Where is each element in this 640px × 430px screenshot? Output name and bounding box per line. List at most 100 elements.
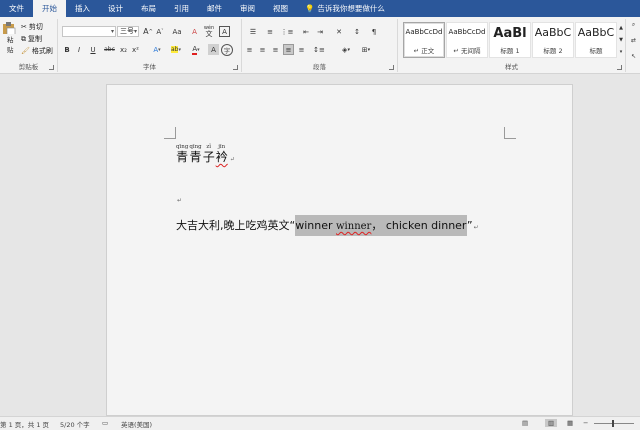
empty-paragraph[interactable]: ↵ [176,195,182,204]
shrink-font-button[interactable]: Aˇ [155,26,165,37]
zoom-slider[interactable] [594,423,634,424]
paste-button[interactable]: 粘贴 [1,22,17,54]
replace-icon: ⇄ [630,37,637,44]
pilcrow-icon: ¶ [371,27,377,36]
selected-text: winner winner， chicken dinner [295,215,467,236]
align-right-button[interactable]: ≡ [270,44,281,55]
subscript-button[interactable]: x₂ [118,44,129,55]
bold-button[interactable]: B [62,44,72,55]
increase-indent-button[interactable]: ⇥ [314,26,326,37]
styles-more-button[interactable]: ▾ [617,46,625,58]
dialog-launcher-icon[interactable] [233,65,238,70]
text-effects-button[interactable]: A ▾ [150,44,164,55]
tab-view[interactable]: 视图 [264,0,297,17]
document-page[interactable] [106,84,573,416]
phonetic-guide-button[interactable]: wén 文 [202,25,216,38]
strikethrough-button[interactable]: abc [103,44,116,55]
style-no-spacing[interactable]: AaBbCcDd ↵ 无间隔 [446,22,488,58]
wen-icon: 文 [205,29,213,38]
replace-button[interactable]: ⇄ [628,35,639,46]
copy-button[interactable]: ⧉ 复制 [21,34,42,44]
enclose-char-button[interactable]: 字 [221,44,233,56]
format-painter-button[interactable]: 🖌 格式刷 [21,46,53,56]
chinese-layout-icon: ✕ [336,27,342,36]
char-shading-button[interactable]: A [208,44,219,55]
borders-button[interactable]: ⊞ ▾ [358,44,374,55]
print-layout-icon[interactable]: ▥ [545,419,558,427]
bullets-button[interactable]: ☰ [246,26,260,37]
numbering-button[interactable]: ≡ [263,26,277,37]
distributed-icon: ≡ [298,45,305,54]
copy-icon: ⧉ [21,34,26,43]
highlight-button[interactable]: ab ▾ [168,44,184,55]
zoom-out-icon[interactable]: − [583,419,588,427]
status-language[interactable]: 英语(美国) [121,419,152,429]
ruby-char: zǐ 子 [202,144,215,164]
paragraph-mark: ↵ [177,197,183,204]
italic-button[interactable]: I [74,44,84,55]
grow-font-button[interactable]: A ^ [143,26,153,37]
chevron-down-icon: ▼ [619,37,623,43]
align-left-button[interactable]: ≡ [244,44,255,55]
numbered-list-icon: ≡ [267,27,273,36]
status-page[interactable]: 第 1 页，共 1 页 [0,419,49,429]
change-case-button[interactable]: Aa [170,26,184,37]
status-words[interactable]: 5/20 个字 [60,419,90,429]
style-heading-2[interactable]: AaBbC 标题 2 [532,22,574,58]
read-mode-icon[interactable]: ▤ [522,419,528,427]
dialog-launcher-icon[interactable] [389,65,394,70]
cut-button[interactable]: ✂ 剪切 [21,22,43,32]
shading-button[interactable]: ◈ ▾ [338,44,354,55]
multilevel-list-button[interactable]: ⋮≡ [280,26,294,37]
group-label-font: 字体 [143,63,156,71]
chevron-down-icon: ▾ [110,28,114,35]
ruby-char: jīn 衿 [215,144,228,164]
more-icon: ▾ [619,49,623,55]
vertical-scrollbar[interactable] [632,74,640,416]
style-title[interactable]: AaBbC 标题 [575,22,617,58]
style-heading-1[interactable]: AaBl 标题 1 [489,22,531,58]
tab-mailings[interactable]: 邮件 [198,0,231,17]
zoom-slider-thumb[interactable] [612,420,614,427]
font-color-button[interactable]: A ▾ [188,44,204,55]
tab-insert[interactable]: 插入 [66,0,99,17]
tab-references[interactable]: 引用 [165,0,198,17]
ruby-text-line[interactable]: qīng 青 qīng 青 zǐ 子 jīn 衿 ↵ [176,144,235,164]
tell-me-box[interactable]: 💡 告诉我你想要做什么 [305,3,385,14]
dialog-launcher-icon[interactable] [617,65,622,70]
font-name-combo[interactable]: ▾ [62,26,116,37]
web-layout-icon[interactable]: ▦ [567,419,573,427]
underline-button[interactable]: U [86,44,100,55]
font-size-combo[interactable]: 三号 ▾ [117,26,139,37]
dialog-launcher-icon[interactable] [49,65,54,70]
style-normal[interactable]: AaBbCcDd ↵ 正文 [403,22,445,58]
line-spacing-icon: ↕≡ [313,45,325,54]
select-button[interactable]: ↖ [628,51,639,62]
char-border-button[interactable]: A [219,26,230,37]
tab-review[interactable]: 审阅 [231,0,264,17]
tab-design[interactable]: 设计 [99,0,132,17]
superscript-button[interactable]: x² [130,44,141,55]
decrease-indent-button[interactable]: ⇤ [300,26,312,37]
clear-format-button[interactable]: A [189,26,200,37]
justify-button[interactable]: ≡ [283,44,294,55]
align-right-icon: ≡ [272,45,279,54]
chinese-layout-button[interactable]: ✕ [332,26,346,37]
distributed-button[interactable]: ≡ [296,44,307,55]
tab-file[interactable]: 文件 [0,0,33,17]
margin-corner-tl [164,127,176,139]
tab-layout[interactable]: 布局 [132,0,165,17]
tab-home[interactable]: 开始 [33,0,66,17]
show-marks-button[interactable]: ¶ [368,26,380,37]
margin-corner-tr [504,127,516,139]
find-button[interactable]: ⌕ [628,19,639,30]
align-center-button[interactable]: ≡ [257,44,268,55]
text-line-english[interactable]: 大吉大利,晚上吃鸡英文“winner winner， chicken dinne… [176,215,479,239]
styles-down-button[interactable]: ▼ [617,34,625,46]
sort-button[interactable]: ↕ [350,26,364,37]
ribbon-tabs: 文件 开始 插入 设计 布局 引用 邮件 审阅 视图 💡 告诉我你想要做什么 [0,0,640,17]
line-spacing-button[interactable]: ↕≡ [311,44,327,55]
cursor-icon: ↖ [630,53,637,60]
proofing-icon[interactable]: ▭ [102,419,108,427]
styles-up-button[interactable]: ▲ [617,22,625,34]
